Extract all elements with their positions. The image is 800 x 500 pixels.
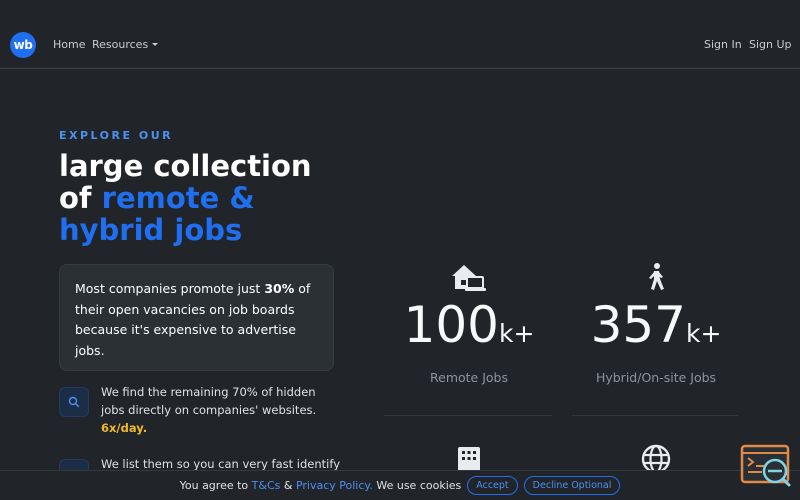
search-icon — [59, 387, 89, 417]
cookie-text: We use cookies — [376, 479, 462, 492]
headline-of: of — [59, 181, 92, 215]
headline-accent-1: remote & — [101, 181, 255, 215]
hero-headline: large collection of remote & hybrid jobs — [59, 150, 379, 246]
intro-text-bold: 30% — [264, 281, 295, 296]
stat-divider — [572, 415, 738, 416]
privacy-policy-link[interactable]: Privacy Policy. — [296, 479, 373, 492]
stat-number: 357k+ — [571, 297, 741, 362]
headline-line-2: of remote & — [59, 182, 379, 214]
stat-unit: k+ — [499, 319, 535, 348]
person-walking-icon — [571, 261, 741, 293]
decline-optional-button[interactable]: Decline Optional — [523, 476, 621, 495]
feature-text: We find the remaining 70% of hidden jobs… — [101, 383, 341, 437]
brand-logo[interactable]: wb — [10, 32, 36, 58]
stat-label: Remote Jobs — [430, 370, 508, 385]
intro-card: Most companies promote just 30% of their… — [59, 264, 334, 371]
chevron-down-icon — [152, 43, 159, 46]
stat-value: 357 — [590, 296, 686, 354]
hero-eyebrow: EXPLORE OUR — [59, 129, 174, 142]
stat-hybrid-jobs: 357k+ Hybrid/On-site Jobs — [571, 261, 741, 385]
house-laptop-icon — [384, 261, 554, 293]
headline-line-1: large collection — [59, 149, 312, 183]
stat-unit: k+ — [686, 319, 722, 348]
cookie-prefix: You agree to — [179, 479, 249, 492]
accept-cookies-button[interactable]: Accept — [467, 476, 518, 495]
tcs-link[interactable]: T&Cs — [252, 479, 281, 492]
sign-in-link[interactable]: Sign In — [704, 38, 742, 51]
cookie-amp: & — [283, 479, 293, 492]
feature-highlight: 6x/day. — [101, 421, 148, 435]
sign-up-link[interactable]: Sign Up — [749, 38, 792, 51]
feature-description: We find the remaining 70% of hidden jobs… — [101, 385, 317, 417]
headline-accent-2: hybrid jobs — [59, 213, 243, 247]
nav-home-link[interactable]: Home — [53, 38, 85, 51]
nav-resources-label: Resources — [92, 38, 149, 51]
stat-divider — [384, 415, 552, 416]
feature-description: We list them so you can very fast identi… — [101, 457, 341, 471]
cookie-consent-bar: You agree to T&Cs & Privacy Policy. We u… — [0, 470, 800, 500]
top-navbar: wb Home Resources Sign In Sign Up — [0, 0, 800, 69]
intro-text-before: Most companies promote just — [75, 281, 261, 296]
stat-remote-jobs: 100k+ Remote Jobs — [384, 261, 554, 385]
stat-value: 100 — [403, 296, 499, 354]
stat-label: Hybrid/On-site Jobs — [595, 370, 717, 385]
nav-resources-dropdown[interactable]: Resources — [92, 38, 159, 51]
stat-number: 100k+ — [384, 297, 554, 362]
chat-widget-icon[interactable] — [740, 444, 792, 490]
